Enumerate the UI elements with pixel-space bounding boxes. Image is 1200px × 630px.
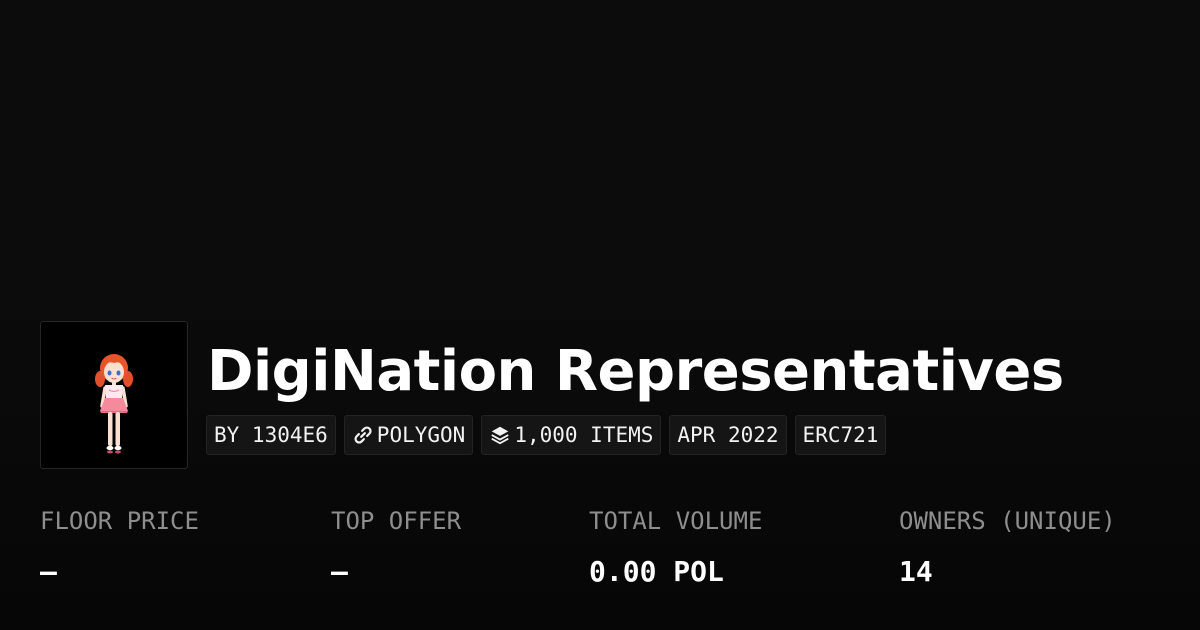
top-offer-value: — bbox=[331, 555, 348, 588]
total-volume-value: 0.00 POL bbox=[589, 555, 724, 588]
collection-avatar bbox=[40, 321, 188, 469]
cartoon-girl-avatar bbox=[95, 354, 133, 454]
creator-chip[interactable]: BY 1304E6 bbox=[206, 415, 336, 455]
items-label: 1,000 ITEMS bbox=[514, 423, 654, 447]
token-standard-chip: ERC721 bbox=[794, 415, 887, 455]
chain-chip[interactable]: POLYGON bbox=[343, 415, 474, 455]
top-offer-label: TOP OFFER bbox=[331, 507, 462, 535]
floor-price-value: — bbox=[40, 555, 57, 588]
link-icon bbox=[354, 426, 372, 444]
floor-price-label: FLOOR PRICE bbox=[40, 507, 199, 535]
collection-meta-chips: BY 1304E6 POLYGON 1,000 ITEMS APR 2022 E… bbox=[206, 415, 887, 455]
layers-icon bbox=[491, 426, 510, 445]
items-chip[interactable]: 1,000 ITEMS bbox=[481, 415, 662, 455]
collection-banner bbox=[0, 0, 1200, 320]
chain-label: POLYGON bbox=[376, 423, 466, 447]
token-standard-label: ERC721 bbox=[802, 423, 879, 447]
collection-title: DigiNation Representatives bbox=[207, 339, 1064, 404]
owners-value: 14 bbox=[899, 555, 933, 588]
total-volume-label: TOTAL VOLUME bbox=[589, 507, 763, 535]
created-date-label: APR 2022 bbox=[677, 423, 779, 447]
creator-label: BY 1304E6 bbox=[214, 423, 328, 447]
created-date-chip: APR 2022 bbox=[669, 415, 787, 455]
owners-label: OWNERS (UNIQUE) bbox=[899, 507, 1116, 535]
